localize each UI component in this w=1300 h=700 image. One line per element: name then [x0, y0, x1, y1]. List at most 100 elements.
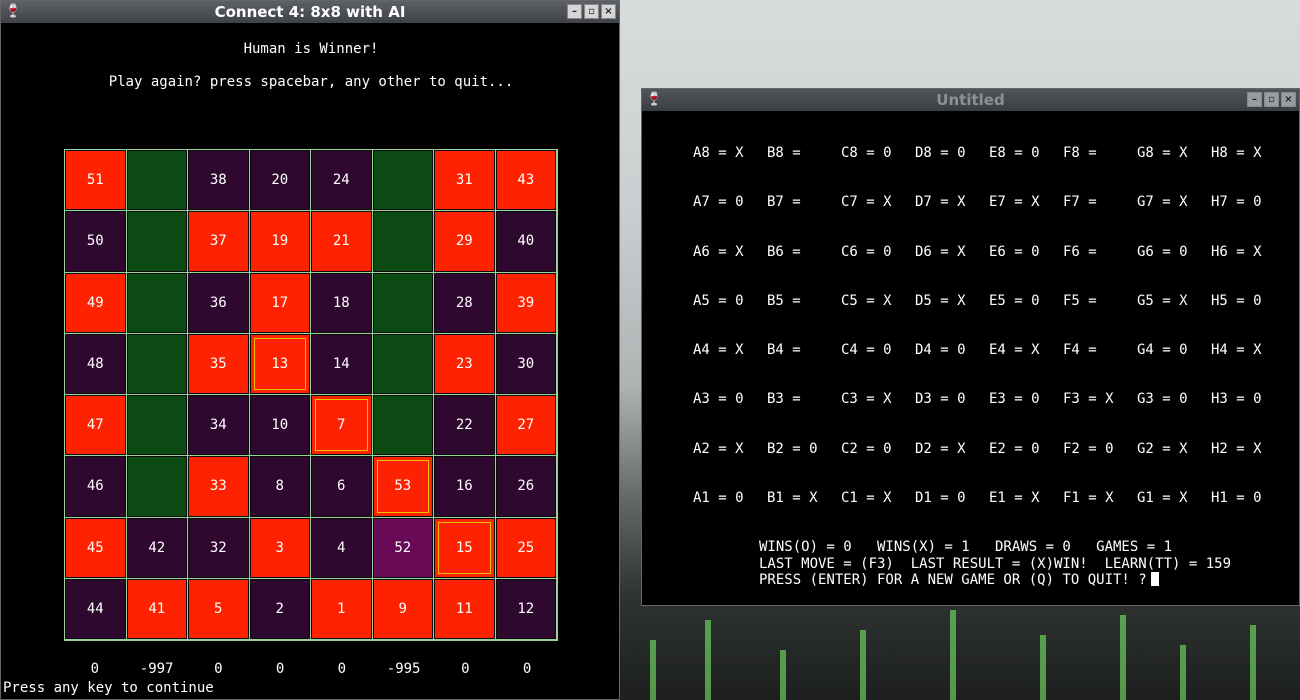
minimize-button[interactable]: – — [1247, 92, 1262, 107]
board-row-listing: A6 = X B6 = C6 = 0 D6 = X E6 = 0 F6 = G6 = 0 H6… — [693, 244, 1273, 293]
cell-assignment: H1 = 0 — [1211, 490, 1262, 507]
board-cell[interactable]: 16 — [434, 456, 495, 517]
board-cell[interactable]: 15 — [434, 517, 495, 578]
cell-assignment: A8 = X — [693, 145, 744, 161]
board-cell[interactable]: 43 — [495, 150, 556, 211]
board-cell[interactable]: 21 — [311, 211, 372, 272]
cell-assignment: G4 = 0 — [1137, 342, 1188, 359]
cell-assignment: H7 = 0 — [1211, 194, 1262, 211]
board-cell[interactable] — [126, 150, 187, 211]
board-row-listing: A4 = X B4 = C4 = 0 D4 = 0 E4 = X F4 = G4 = 0 H4… — [693, 342, 1273, 391]
board-cell[interactable]: 49 — [65, 272, 126, 333]
board-cell[interactable]: 4 — [311, 517, 372, 578]
board-cell[interactable]: 22 — [434, 395, 495, 456]
board-cell[interactable]: 50 — [65, 211, 126, 272]
close-button[interactable]: × — [601, 4, 616, 19]
board-cell[interactable]: 7 — [311, 395, 372, 456]
cell-assignment: H4 = X — [1211, 342, 1262, 359]
board-cell[interactable]: 28 — [434, 272, 495, 333]
board-cell[interactable]: 19 — [249, 211, 310, 272]
board-cell[interactable]: 24 — [311, 150, 372, 211]
cell-assignment: H3 = 0 — [1211, 391, 1262, 408]
board-cell[interactable] — [126, 211, 187, 272]
board-cell[interactable]: 10 — [249, 395, 310, 456]
board-cell[interactable]: 51 — [65, 150, 126, 211]
text-cursor[interactable] — [1150, 572, 1159, 586]
cell-assignment: F5 = — [1063, 292, 1097, 309]
board-cell[interactable]: 36 — [188, 272, 249, 333]
connect4-window[interactable]: 🍷 Connect 4: 8x8 with AI – ▫ × Human is … — [0, 0, 620, 700]
board-cell[interactable]: 52 — [372, 517, 433, 578]
console-window[interactable]: 🍷 Untitled – ▫ × A8 = X B8 = C8 = 0 D8 = 0 E… — [641, 88, 1300, 606]
board-cell[interactable] — [372, 150, 433, 211]
board-cell[interactable]: 40 — [495, 211, 556, 272]
board-state-listing: A8 = X B8 = C8 = 0 D8 = 0 E8 = 0 F8 = G8 = X H8… — [693, 145, 1273, 539]
game-board[interactable]: 51 38 20 24 31 43 50 37 19 21 29 40 49 36 17 18 28 39 48 35… — [64, 149, 558, 641]
board-cell[interactable] — [126, 272, 187, 333]
board-cell[interactable]: 2 — [249, 578, 310, 639]
board-cell[interactable] — [126, 333, 187, 394]
board-cell[interactable]: 44 — [65, 578, 126, 639]
close-button[interactable]: × — [1281, 92, 1296, 107]
board-cell[interactable] — [372, 211, 433, 272]
board-cell[interactable]: 17 — [249, 272, 310, 333]
board-cell[interactable]: 23 — [434, 333, 495, 394]
cell-assignment: A3 = 0 — [693, 391, 744, 408]
board-cell[interactable]: 25 — [495, 517, 556, 578]
board-cell[interactable]: 41 — [126, 578, 187, 639]
board-cell[interactable]: 39 — [495, 272, 556, 333]
connect4-titlebar[interactable]: 🍷 Connect 4: 8x8 with AI – ▫ × — [1, 1, 619, 23]
column-scores: 0 -997 0 0 0 -995 0 0 — [64, 661, 558, 677]
cell-assignment: C4 = 0 — [841, 342, 892, 359]
cell-assignment: D7 = X — [915, 194, 966, 211]
board-cell[interactable]: 46 — [65, 456, 126, 517]
cell-assignment: E5 = 0 — [989, 292, 1040, 309]
board-cell[interactable]: 27 — [495, 395, 556, 456]
board-cell[interactable]: 6 — [311, 456, 372, 517]
cell-assignment: E1 = X — [989, 490, 1040, 507]
board-cell[interactable]: 32 — [188, 517, 249, 578]
console-titlebar[interactable]: 🍷 Untitled – ▫ × — [642, 89, 1299, 111]
board-cell[interactable]: 12 — [495, 578, 556, 639]
board-cell[interactable]: 13 — [249, 333, 310, 394]
board-cell[interactable]: 8 — [249, 456, 310, 517]
cell-assignment: E2 = 0 — [989, 440, 1040, 457]
board-cell[interactable]: 26 — [495, 456, 556, 517]
board-cell[interactable]: 38 — [188, 150, 249, 211]
cell-assignment: D5 = X — [915, 292, 966, 309]
cell-assignment: C5 = X — [841, 292, 892, 309]
board-cell[interactable]: 1 — [311, 578, 372, 639]
board-row-listing: A1 = 0 B1 = X C1 = X D1 = 0 E1 = X F1 = X G1 =… — [693, 490, 1273, 539]
board-cell[interactable]: 45 — [65, 517, 126, 578]
board-cell[interactable] — [126, 456, 187, 517]
board-cell[interactable]: 47 — [65, 395, 126, 456]
board-cell[interactable]: 35 — [188, 333, 249, 394]
board-cell[interactable]: 9 — [372, 578, 433, 639]
board-cell[interactable]: 37 — [188, 211, 249, 272]
window-title: Connect 4: 8x8 with AI — [214, 3, 406, 21]
board-cell[interactable]: 29 — [434, 211, 495, 272]
board-cell[interactable]: 53 — [372, 456, 433, 517]
board-cell[interactable]: 18 — [311, 272, 372, 333]
board-cell[interactable] — [372, 272, 433, 333]
board-cell[interactable]: 31 — [434, 150, 495, 211]
cell-assignment: G5 = X — [1137, 292, 1188, 309]
board-cell[interactable]: 33 — [188, 456, 249, 517]
board-cell[interactable] — [372, 333, 433, 394]
board-cell[interactable]: 48 — [65, 333, 126, 394]
board-cell[interactable] — [126, 395, 187, 456]
board-cell[interactable]: 11 — [434, 578, 495, 639]
maximize-button[interactable]: ▫ — [1264, 92, 1279, 107]
board-cell[interactable] — [372, 395, 433, 456]
cell-assignment: F1 = X — [1063, 490, 1114, 507]
board-cell[interactable]: 20 — [249, 150, 310, 211]
cell-assignment: F4 = — [1063, 342, 1097, 359]
board-cell[interactable]: 5 — [188, 578, 249, 639]
maximize-button[interactable]: ▫ — [584, 4, 599, 19]
board-cell[interactable]: 34 — [188, 395, 249, 456]
board-cell[interactable]: 14 — [311, 333, 372, 394]
board-cell[interactable]: 30 — [495, 333, 556, 394]
minimize-button[interactable]: – — [567, 4, 582, 19]
board-cell[interactable]: 3 — [249, 517, 310, 578]
board-cell[interactable]: 42 — [126, 517, 187, 578]
